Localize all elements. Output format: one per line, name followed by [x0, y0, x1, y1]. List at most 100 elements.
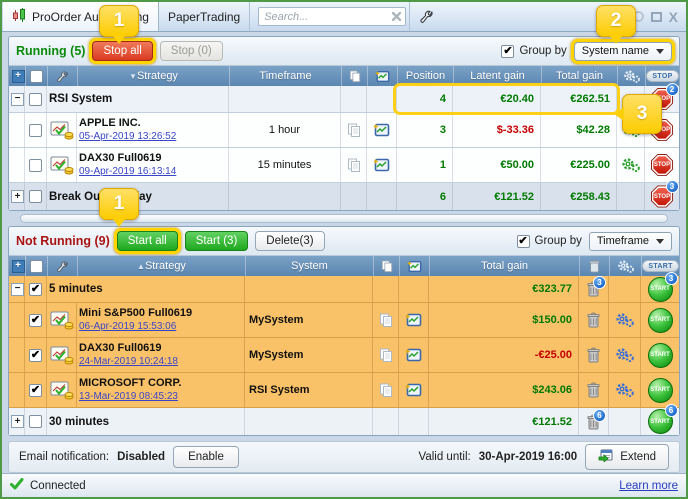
column-strategy[interactable]: Strategy — [77, 66, 229, 86]
column-backtest-icon[interactable] — [367, 66, 397, 86]
backtest-icon[interactable] — [367, 113, 397, 147]
backtest-icon[interactable] — [367, 148, 397, 182]
strategy-settings-gears-icon[interactable] — [609, 303, 641, 337]
strategy-start-date-link[interactable]: 05-Apr-2019 13:26:52 — [79, 131, 176, 143]
row-checkbox[interactable] — [29, 190, 42, 203]
row-checkbox[interactable] — [29, 93, 42, 106]
strategy-date-link[interactable]: 06-Apr-2019 15:53:06 — [79, 321, 176, 333]
column-total-gain[interactable]: Total gain — [429, 256, 579, 276]
column-strategy[interactable]: Strategy — [77, 256, 245, 276]
row-checkbox[interactable] — [29, 349, 42, 362]
close-button[interactable]: X — [669, 10, 678, 24]
copy-icon[interactable] — [373, 303, 399, 337]
expand-all-icon[interactable]: + — [12, 260, 25, 273]
backtest-icon[interactable] — [399, 303, 429, 337]
column-delete-trash-icon[interactable] — [579, 256, 609, 276]
delete-group-trash-icon[interactable]: 6 — [586, 414, 601, 430]
email-notification-status: Disabled — [117, 451, 165, 463]
row-checkbox[interactable] — [29, 384, 42, 397]
status-bar: Connected Learn more — [2, 473, 686, 497]
column-position[interactable]: Position — [397, 66, 453, 86]
expand-icon[interactable]: + — [11, 190, 24, 203]
backtest-icon[interactable] — [399, 338, 429, 372]
clear-search-icon[interactable] — [392, 12, 401, 21]
group-by-checkbox[interactable] — [501, 45, 514, 58]
delete-group-trash-icon[interactable]: 3 — [586, 281, 601, 297]
column-tools-wrench-icon[interactable] — [47, 256, 77, 276]
copy-icon[interactable] — [373, 338, 399, 372]
group-by-dropdown[interactable]: System name — [574, 42, 672, 61]
start-button[interactable]: START — [648, 343, 673, 368]
column-settings-gears-icon[interactable] — [609, 256, 641, 276]
row-checkbox[interactable] — [29, 124, 42, 137]
start-group-button[interactable]: START 6 — [648, 409, 673, 434]
delete-trash-icon[interactable] — [579, 338, 609, 372]
column-backtest-icon[interactable] — [399, 256, 429, 276]
column-tools-wrench-icon[interactable] — [47, 66, 77, 86]
tab-papertrading[interactable]: PaperTrading — [159, 2, 250, 31]
group-name: 5 minutes — [47, 276, 245, 302]
start-selected-button[interactable]: Start (3) — [185, 231, 249, 252]
table-row-group-rsi-system[interactable]: − RSI System 4 €20.40 €262.51 STOP 2 — [9, 86, 679, 113]
delete-trash-icon[interactable] — [579, 303, 609, 337]
table-row-apple[interactable]: APPLE INC. 05-Apr-2019 13:26:52 1 hour 3… — [9, 113, 679, 148]
start-button[interactable]: START — [648, 308, 673, 333]
row-checkbox[interactable] — [29, 415, 42, 428]
table-row-group-30-minutes[interactable]: + 30 minutes €121.52 6 START 6 — [9, 408, 679, 435]
strategy-settings-gears-icon[interactable] — [617, 148, 645, 182]
backtest-icon[interactable] — [399, 373, 429, 407]
maximize-button[interactable] — [651, 12, 662, 22]
collapse-icon[interactable]: − — [11, 283, 24, 296]
column-total-gain[interactable]: Total gain — [541, 66, 617, 86]
latent-gain-value: €50.00 — [453, 148, 541, 182]
collapse-icon[interactable]: − — [11, 93, 24, 106]
row-checkbox[interactable] — [29, 283, 42, 296]
column-settings-gears-icon[interactable] — [617, 66, 645, 86]
settings-wrench-icon[interactable] — [410, 2, 443, 31]
expand-icon[interactable]: + — [11, 415, 24, 428]
running-panel-header: Running (5) Stop all Stop (0) Group by S… — [9, 37, 679, 66]
learn-more-link[interactable]: Learn more — [619, 480, 678, 492]
column-copy-icon[interactable] — [341, 66, 367, 86]
column-system[interactable]: System — [245, 256, 373, 276]
stop-group-button[interactable]: STOP 3 — [651, 185, 674, 208]
expand-all-icon[interactable]: + — [12, 70, 25, 83]
search-input[interactable] — [258, 7, 406, 26]
table-row-dax30-notrunning[interactable]: DAX30 Full0619 24-Mar-2019 10:24:18 MySy… — [9, 338, 679, 373]
start-button[interactable]: START — [648, 378, 673, 403]
search-area — [250, 2, 410, 31]
stop-button[interactable]: STOP — [651, 154, 674, 177]
column-timeframe[interactable]: Timeframe — [229, 66, 341, 86]
strategy-settings-gears-icon[interactable] — [609, 338, 641, 372]
table-row-dax30-running[interactable]: DAX30 Full0619 09-Apr-2019 16:13:14 15 m… — [9, 148, 679, 183]
table-row-microsoft[interactable]: MICROSOFT CORP. 13-Mar-2019 08:45:23 RSI… — [9, 373, 679, 408]
copy-icon[interactable] — [341, 113, 367, 147]
not-running-panel: Not Running (9) Start all Start (3) Dele… — [8, 226, 680, 436]
not-running-title: Not Running (9) — [16, 234, 110, 248]
row-checkbox[interactable] — [29, 314, 42, 327]
latent-gain-value: $-33.36 — [453, 113, 541, 147]
strategy-settings-gears-icon[interactable] — [609, 373, 641, 407]
select-all-checkbox[interactable] — [30, 260, 43, 273]
column-copy-icon[interactable] — [373, 256, 399, 276]
start-all-button[interactable]: Start all — [117, 231, 178, 252]
strategy-date-link[interactable]: 13-Mar-2019 08:45:23 — [79, 391, 178, 403]
enable-email-button[interactable]: Enable — [173, 446, 239, 469]
group-by-checkbox[interactable] — [517, 235, 530, 248]
stop-selected-button[interactable]: Stop (0) — [160, 41, 223, 62]
delete-selected-button[interactable]: Delete(3) — [255, 231, 324, 252]
copy-icon[interactable] — [341, 148, 367, 182]
table-row-mini-sp500[interactable]: Mini S&P500 Full0619 06-Apr-2019 15:53:0… — [9, 303, 679, 338]
extend-button[interactable]: Extend — [585, 444, 669, 471]
group-name: 30 minutes — [47, 408, 245, 435]
strategy-date-link[interactable]: 24-Mar-2019 10:24:18 — [79, 356, 178, 368]
row-checkbox[interactable] — [29, 159, 42, 172]
column-latent-gain[interactable]: Latent gain — [453, 66, 541, 86]
table-row-group-5-minutes[interactable]: − 5 minutes €323.77 3 START 3 — [9, 276, 679, 303]
select-all-checkbox[interactable] — [30, 70, 43, 83]
start-group-button[interactable]: START 3 — [648, 277, 673, 302]
copy-icon[interactable] — [373, 373, 399, 407]
group-by-dropdown[interactable]: Timeframe — [589, 232, 672, 251]
delete-trash-icon[interactable] — [579, 373, 609, 407]
strategy-start-date-link[interactable]: 09-Apr-2019 16:13:14 — [79, 166, 176, 178]
